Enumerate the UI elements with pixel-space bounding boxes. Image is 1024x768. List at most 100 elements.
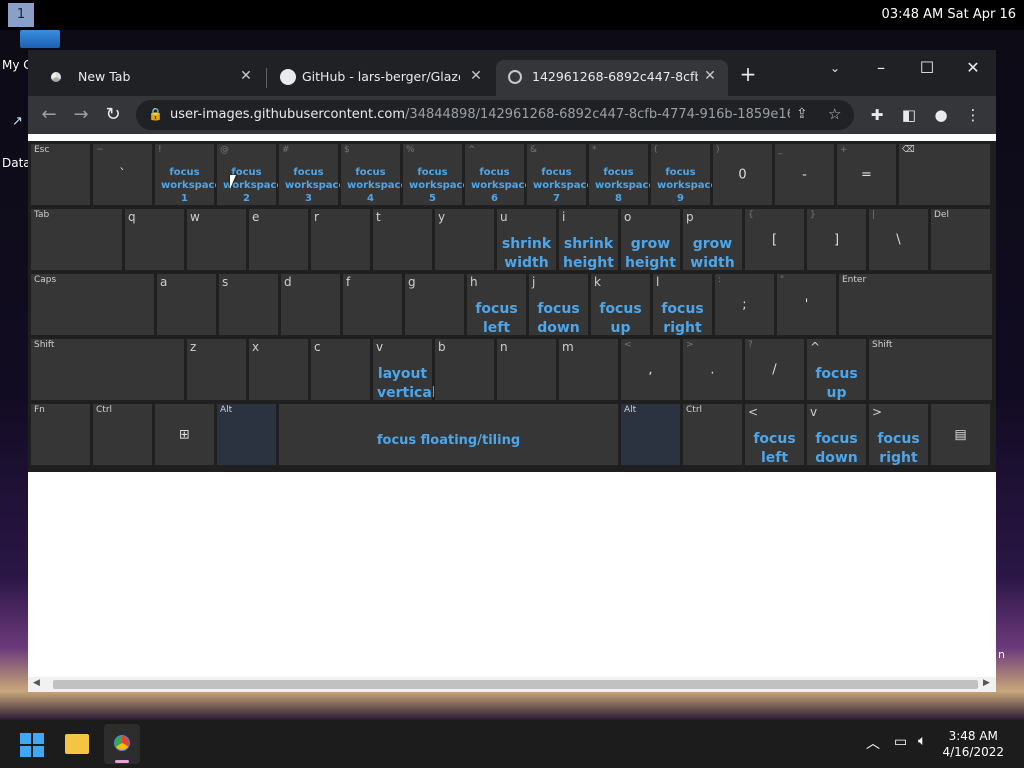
tab-image[interactable]: 142961268-6892c447-8cfb-477 ✕ [496, 60, 728, 96]
extensions-icon[interactable]: ✚ [862, 100, 892, 130]
network-icon[interactable]: ▭ [894, 734, 907, 750]
close-icon[interactable]: ✕ [468, 68, 484, 84]
key-legend: Tab [34, 210, 50, 220]
key-action-label: focus workspace 3 [285, 167, 346, 204]
key: }] [806, 208, 867, 271]
mouse-cursor-icon [230, 175, 236, 189]
back-button[interactable]: ← [34, 100, 64, 130]
key: r [310, 208, 371, 271]
key-legend: Shift [34, 340, 55, 350]
tab-label: GitHub - lars-berger/GlazeWM: [302, 69, 460, 84]
key-legend: ^ [810, 340, 821, 354]
key-center: / [772, 362, 777, 377]
key-secondary: % [406, 145, 415, 155]
close-icon[interactable]: ✕ [702, 68, 718, 84]
chevron-up-icon[interactable]: ︿ [866, 733, 880, 753]
key-legend: p [686, 210, 694, 224]
url-text[interactable]: user-images.githubusercontent.com/348448… [170, 107, 790, 122]
key: ▤ [930, 403, 991, 466]
key-action-label: focus floating/tiling [376, 433, 521, 448]
shortcut-icon[interactable]: ↗ [12, 114, 28, 140]
close-window-button[interactable]: ✕ [950, 54, 996, 82]
key-legend: b [438, 340, 446, 354]
scroll-left-icon[interactable]: ◀ [33, 678, 40, 688]
new-tab-button[interactable]: + [726, 60, 770, 88]
computer-icon[interactable] [20, 30, 60, 48]
close-icon[interactable]: ✕ [238, 68, 254, 84]
top-bar: 1 03:48 AM Sat Apr 16 [0, 0, 1024, 30]
chrome-icon [48, 69, 64, 85]
key: v layout vertical [372, 338, 437, 401]
scroll-right-icon[interactable]: ▶ [983, 678, 990, 688]
key-action-label: focus left [475, 301, 518, 336]
reload-button[interactable]: ↻ [98, 100, 128, 130]
tab-github[interactable]: GitHub - lars-berger/GlazeWM: ✕ [268, 60, 494, 96]
start-button[interactable] [20, 733, 44, 757]
key: & focus workspace 7 [526, 143, 593, 206]
key: focus floating/tiling [278, 403, 619, 466]
key: j focus down [528, 273, 589, 336]
chevron-down-icon[interactable]: ⌄ [812, 54, 858, 82]
key-secondary: # [282, 145, 290, 155]
key-action-label: focus right [661, 301, 704, 336]
desktop-edge-text: n [998, 648, 1005, 661]
address-bar[interactable]: 🔒 user-images.githubusercontent.com/3484… [136, 100, 854, 130]
key: @ focus workspace 2 [216, 143, 283, 206]
key: <, [620, 338, 681, 401]
workspace-button-1[interactable]: 1 [8, 3, 34, 27]
key: ⊞ [154, 403, 215, 466]
profile-icon[interactable]: ● [926, 100, 956, 130]
maximize-button[interactable]: ☐ [904, 54, 950, 82]
key-action-label: focus workspace 9 [657, 167, 718, 204]
key-action-label: shrink height [563, 236, 614, 271]
key-action-label: focus workspace 6 [471, 167, 532, 204]
horizontal-scrollbar[interactable]: ◀ ▶ [28, 677, 996, 692]
key: " ' [776, 273, 837, 336]
key-legend: Alt [220, 405, 233, 415]
side-panel-icon[interactable]: ◧ [894, 100, 924, 130]
key: w [186, 208, 247, 271]
share-icon[interactable]: ⇪ [796, 106, 808, 122]
tab-new-tab[interactable]: New Tab ✕ [36, 60, 264, 96]
tab-label: 142961268-6892c447-8cfb-477 [532, 69, 698, 84]
file-explorer-icon[interactable] [65, 734, 89, 754]
url-host: user-images.githubusercontent.com [170, 107, 406, 122]
key-secondary: ^ [468, 145, 476, 155]
key: {[ [744, 208, 805, 271]
key: > focus right [868, 403, 929, 466]
key-action-label: layout vertical [377, 366, 437, 401]
forward-button[interactable]: → [66, 100, 96, 130]
key-secondary: ( [654, 145, 658, 155]
key: % focus workspace 5 [402, 143, 469, 206]
tab-separator [266, 68, 267, 88]
menu-icon[interactable]: ⋮ [958, 100, 988, 130]
key-legend: o [624, 210, 632, 224]
star-icon[interactable]: ☆ [828, 105, 841, 123]
taskbar-clock[interactable]: 3:48 AM 4/16/2022 [942, 728, 1004, 760]
key-legend: ⌫ [902, 145, 915, 155]
key: v focus down [806, 403, 867, 466]
key-legend: r [314, 210, 319, 224]
key-secondary: _ [778, 145, 783, 155]
minimize-button[interactable]: – [858, 54, 904, 82]
chrome-taskbar-button[interactable] [104, 724, 140, 764]
key: Ctrl [682, 403, 743, 466]
key-legend: v [376, 340, 384, 354]
key-center: . [710, 362, 715, 377]
key-center: ` [119, 167, 126, 182]
taskbar-time: 3:48 AM [948, 729, 998, 743]
keyboard-image: Esc ~ `! focus workspace 1 @ focus workspace … [28, 141, 996, 472]
key: n [496, 338, 557, 401]
tab-strip: New Tab ✕ GitHub - lars-berger/GlazeWM: … [28, 50, 996, 96]
key-action-label: focus down [815, 431, 858, 466]
volume-icon[interactable]: 🔈︎ [918, 733, 926, 749]
key: ⌫ [898, 143, 991, 206]
key-secondary: } [810, 210, 816, 220]
key-legend: l [656, 275, 660, 289]
key-legend: i [562, 210, 566, 224]
key: l focus right [652, 273, 713, 336]
key-secondary: $ [344, 145, 350, 155]
top-bar-clock: 03:48 AM Sat Apr 16 [881, 7, 1016, 22]
key-secondary: > [686, 340, 694, 350]
scrollbar-thumb[interactable] [53, 680, 978, 689]
